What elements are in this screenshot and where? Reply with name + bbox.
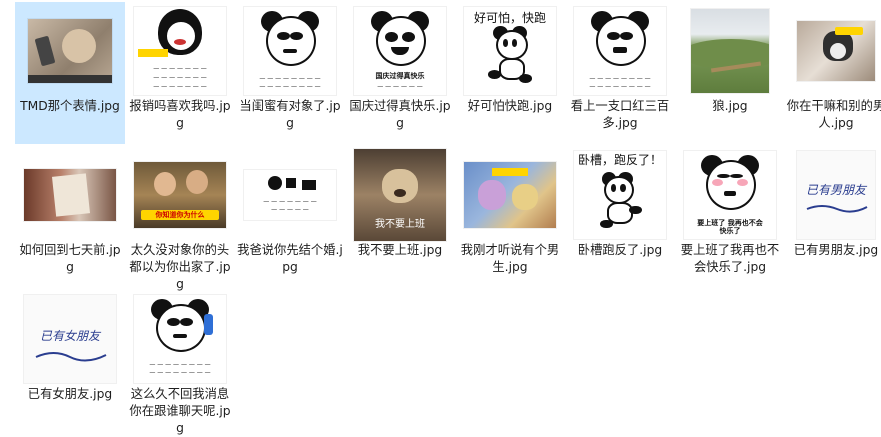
image-caption: 你知道你为什么 bbox=[141, 210, 219, 220]
dog-photo-thumbnail bbox=[797, 21, 875, 81]
monkey-phone-thumbnail bbox=[28, 19, 112, 83]
handwriting-thumbnail: 已有女朋友 bbox=[24, 295, 116, 383]
image-caption: 我不要上班 bbox=[375, 219, 425, 230]
panda-face-thumbnail: — — — — — — — — — — — — — — — — bbox=[244, 7, 336, 95]
panda-phone-thumbnail: — — — — — — — — — — — — — — — — bbox=[134, 295, 226, 383]
dog-photo-thumbnail: 我不要上班 bbox=[354, 149, 446, 241]
landscape-photo-thumbnail bbox=[691, 9, 769, 93]
thumbnail-frame: — — — — — — — — — — — — bbox=[235, 150, 345, 240]
file-item[interactable]: 我刚才听说有个男生.jpg bbox=[455, 146, 565, 288]
file-item[interactable]: 国庆过得真快乐 — — — — — — 国庆过得真快乐.jpg bbox=[345, 2, 455, 144]
thumbnail-frame: — — — — — — — — — — — — — — — — bbox=[125, 294, 235, 384]
image-caption: 国庆过得真快乐 bbox=[375, 72, 425, 80]
meme-girl-thumbnail: — — — — — — — — — — — — — — — — — — — — … bbox=[134, 7, 226, 95]
file-item[interactable]: 你在干嘛和别的男人.jpg bbox=[781, 2, 881, 144]
file-name: 好可怕快跑.jpg bbox=[467, 99, 553, 113]
file-name: 已有男朋友.jpg bbox=[793, 243, 879, 257]
panda-face-thumbnail: 要上班了 我再也不会快乐了 bbox=[684, 151, 776, 239]
file-name: 看上一支口红三百多.jpg bbox=[570, 99, 670, 130]
thumbnail-frame bbox=[455, 150, 565, 240]
file-name: 如何回到七天前.jpg bbox=[19, 243, 121, 274]
file-item[interactable]: 如何回到七天前.jpg bbox=[15, 146, 125, 288]
panda-face-thumbnail: — — — — — — — — — — — — — — — — bbox=[574, 7, 666, 95]
image-caption: 要上班了 我再也不会快乐了 bbox=[697, 219, 763, 235]
panda-running-thumbnail: 卧槽，跑反了！ bbox=[574, 151, 666, 239]
panda-face-thumbnail: 国庆过得真快乐 — — — — — — bbox=[354, 7, 446, 95]
handwriting-thumbnail: 已有男朋友 bbox=[797, 151, 875, 239]
file-name: TMD那个表情.jpg bbox=[20, 99, 120, 113]
thumbnail-frame: 已有男朋友 bbox=[781, 150, 881, 240]
thumbnail-frame bbox=[15, 6, 125, 96]
wave-underline bbox=[806, 205, 868, 213]
file-name: 狼.jpg bbox=[712, 99, 748, 113]
thumbnail-frame: 我不要上班 bbox=[345, 149, 455, 241]
file-name: 我爸说你先结个婚.jpg bbox=[237, 243, 343, 274]
file-item[interactable]: — — — — — — — — — — — — — — — — 这么久不回我消息… bbox=[125, 290, 235, 435]
thumbnail-frame: — — — — — — — — — — — — — — — — bbox=[235, 6, 345, 96]
thumbnail-frame bbox=[675, 6, 785, 96]
file-item[interactable]: 已有女朋友 已有女朋友.jpg bbox=[15, 290, 125, 432]
file-item[interactable]: 卧槽，跑反了！ 卧槽跑反了.jpg bbox=[565, 146, 675, 288]
thumbnail-frame: — — — — — — — — — — — — — — — — bbox=[565, 6, 675, 96]
file-item[interactable]: 你知道你为什么 太久没对象你的头都以为你出家了.jpg bbox=[125, 146, 235, 291]
monk-photo-thumbnail: 你知道你为什么 bbox=[134, 162, 226, 228]
file-item[interactable]: — — — — — — — — — — — — — — — — — — — — … bbox=[125, 2, 235, 144]
file-name: 我不要上班.jpg bbox=[357, 243, 443, 257]
file-name: 我刚才听说有个男生.jpg bbox=[460, 243, 560, 274]
wave-underline bbox=[35, 352, 107, 362]
thumbnail-frame bbox=[15, 150, 125, 240]
book-photo-thumbnail bbox=[24, 169, 116, 221]
thumbnail-frame bbox=[781, 6, 881, 96]
file-name: 当闺蜜有对象了.jpg bbox=[239, 99, 341, 130]
file-name: 要上班了我再也不会快乐了.jpg bbox=[680, 243, 780, 274]
cartoon-thumbnail bbox=[464, 162, 556, 228]
file-name: 这么久不回我消息你在跟谁聊天呢.jpg bbox=[129, 387, 231, 435]
thumbnail-frame: 好可怕，快跑 bbox=[455, 6, 565, 96]
file-item[interactable]: 好可怕，快跑 好可怕快跑.jpg bbox=[455, 2, 565, 144]
file-name: 太久没对象你的头都以为你出家了.jpg bbox=[129, 243, 231, 291]
file-item[interactable]: 狼.jpg bbox=[675, 2, 785, 144]
file-item[interactable]: — — — — — — — — — — — — — — — — 当闺蜜有对象了.… bbox=[235, 2, 345, 144]
file-name: 卧槽跑反了.jpg bbox=[577, 243, 663, 257]
file-name: 报销吗喜欢我吗.jpg bbox=[129, 99, 231, 130]
thumbnail-frame: 卧槽，跑反了！ bbox=[565, 150, 675, 240]
thumbnail-frame: 已有女朋友 bbox=[15, 294, 125, 384]
file-name: 你在干嘛和别的男人.jpg bbox=[786, 99, 881, 130]
file-item[interactable]: — — — — — — — — — — — — 我爸说你先结个婚.jpg bbox=[235, 146, 345, 288]
file-name: 已有女朋友.jpg bbox=[27, 387, 113, 401]
file-item[interactable]: 要上班了 我再也不会快乐了 要上班了我再也不会快乐了.jpg bbox=[675, 146, 785, 288]
image-caption: 卧槽，跑反了！ bbox=[577, 153, 662, 167]
meme-comic-thumbnail: — — — — — — — — — — — — bbox=[244, 170, 336, 220]
image-caption: 好可怕，快跑 bbox=[473, 11, 546, 25]
thumbnail-frame: — — — — — — — — — — — — — — — — — — — — … bbox=[125, 6, 235, 96]
file-item[interactable]: 我不要上班 我不要上班.jpg bbox=[345, 146, 455, 288]
thumbnail-frame: 国庆过得真快乐 — — — — — — bbox=[345, 6, 455, 96]
file-item[interactable]: — — — — — — — — — — — — — — — — 看上一支口红三百… bbox=[565, 2, 675, 144]
file-item[interactable]: 已有男朋友 已有男朋友.jpg bbox=[781, 146, 881, 288]
file-grid: TMD那个表情.jpg — — — — — — — — — — — — — — … bbox=[0, 0, 881, 435]
panda-running-thumbnail: 好可怕，快跑 bbox=[464, 7, 556, 95]
file-item[interactable]: TMD那个表情.jpg bbox=[15, 2, 125, 144]
thumbnail-frame: 你知道你为什么 bbox=[125, 150, 235, 240]
thumbnail-frame: 要上班了 我再也不会快乐了 bbox=[675, 150, 785, 240]
file-name: 国庆过得真快乐.jpg bbox=[349, 99, 451, 130]
